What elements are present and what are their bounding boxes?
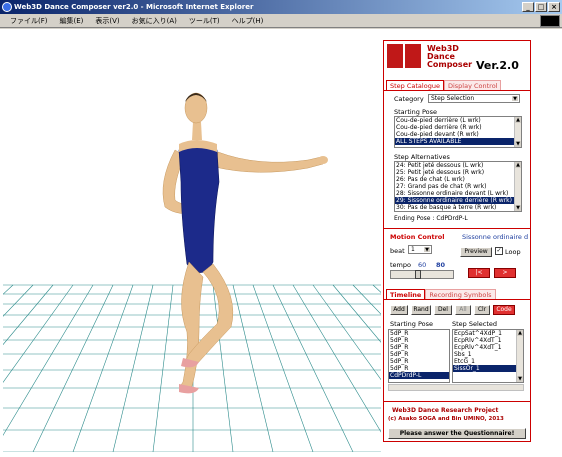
rewind-button[interactable]: |< <box>468 268 490 278</box>
menu-file[interactable]: ファイル(F) <box>8 16 50 26</box>
window-title-bar: Web3D Dance Composer ver2.0 - Microsoft … <box>0 0 562 14</box>
dance-3d-viewport[interactable] <box>3 32 381 452</box>
step-alternatives-list[interactable]: 24: Petit jeté dessous (L wrk) 25: Petit… <box>394 161 522 212</box>
motion-control-label: Motion Control <box>390 233 445 241</box>
random-button[interactable]: Rand <box>411 305 431 315</box>
minimize-button[interactable]: _ <box>522 2 534 12</box>
list-item[interactable]: 5dP_R <box>389 365 449 372</box>
menu-view[interactable]: 表示(V) <box>93 16 121 26</box>
list-item[interactable]: 27: Grand pas de chat (R wrk) <box>395 183 521 190</box>
close-button[interactable]: × <box>548 2 560 12</box>
list-item-selected[interactable]: 29: Sissonne ordinaire derrière (R wrk) <box>395 197 521 204</box>
starting-pose-col-label: Starting Pose <box>390 320 434 328</box>
scrollbar[interactable]: ▲ ▼ <box>516 330 523 382</box>
menu-help[interactable]: ヘルプ(H) <box>230 16 266 26</box>
clear-button[interactable]: Clr <box>474 305 490 315</box>
timeline-toolbar: Add Rand Del All Clr Code <box>390 305 515 315</box>
loop-label: Loop <box>505 248 521 256</box>
preview-button[interactable]: Preview <box>460 247 492 257</box>
questionnaire-button[interactable]: Please answer the Questionnaire! <box>388 428 526 439</box>
window-title: Web3D Dance Composer ver2.0 - Microsoft … <box>14 3 254 11</box>
motion-control-value: Sissonne ordinaire d <box>462 233 529 241</box>
ie-logo-icon <box>2 2 12 12</box>
list-item[interactable]: 26: Pas de chat (L wrk) <box>395 176 521 183</box>
list-item-selected[interactable]: CdPDrdP-L <box>389 372 449 379</box>
tab-step-catalogue[interactable]: Step Catalogue <box>386 80 444 90</box>
menu-bar: ファイル(F) 編集(E) 表示(V) お気に入り(A) ツール(T) ヘルプ(… <box>0 14 562 28</box>
list-item[interactable]: Cou-de-pied derrière (R wrk) <box>395 124 521 131</box>
list-item[interactable]: EcpRlv^4XdT_1 <box>453 344 523 351</box>
dance-scene[interactable] <box>3 32 381 452</box>
beat-dropdown[interactable]: 1 ▼ <box>408 245 432 254</box>
menu-edit[interactable]: 編集(E) <box>58 16 86 26</box>
tempo-label: tempo <box>390 261 411 269</box>
list-item[interactable]: 5dP_R <box>389 344 449 351</box>
all-button[interactable]: All <box>455 305 471 315</box>
delete-button[interactable]: Del <box>434 305 452 315</box>
step-selected-col-label: Step Selected <box>452 320 498 328</box>
code-button[interactable]: Code <box>493 305 515 315</box>
tab-timeline[interactable]: Timeline <box>386 289 426 299</box>
app-title: Web3D Dance Composer <box>427 44 473 69</box>
list-item[interactable]: Sbs_1 <box>453 351 523 358</box>
timeline-tabs: Timeline Recording Symbols <box>386 289 496 299</box>
list-item[interactable]: 28: Sissonne ordinaire devant (L wrk) <box>395 190 521 197</box>
list-item[interactable]: 5dP_R <box>389 358 449 365</box>
list-item[interactable]: 25: Petit jeté dessous (R wrk) <box>395 169 521 176</box>
list-item-selected[interactable]: ALL STEPS AVAILABLE <box>395 138 521 145</box>
chevron-down-icon[interactable]: ▼ <box>511 95 519 102</box>
timeline-starting-list[interactable]: 5dP_R 5dP_R 5dP_R 5dP_R 5dP_R 5dP_R CdPD… <box>388 329 450 383</box>
tab-recording-symbols[interactable]: Recording Symbols <box>425 289 496 299</box>
scrollbar[interactable]: ▲ ▼ <box>514 162 521 211</box>
maximize-button[interactable]: □ <box>535 2 547 12</box>
list-item[interactable]: EcpRlv^4XdT_1 <box>453 337 523 344</box>
list-item[interactable]: 5dP_R <box>389 330 449 337</box>
windows-logo-icon <box>540 15 560 27</box>
list-item[interactable]: 30: Pas de basque à terre (R wrk) <box>395 204 521 211</box>
beat-label: beat <box>390 247 405 255</box>
tab-display-control[interactable]: Display Control <box>443 80 502 90</box>
category-value: Step Selection <box>431 95 475 102</box>
list-item[interactable]: EtcG_1 <box>453 358 523 365</box>
footer-project: Web3D Dance Research Project <box>392 407 499 414</box>
footer-credits: (c) Asako SOGA and Bin UMINO, 2013 <box>388 416 504 422</box>
play-button[interactable]: > <box>494 268 516 278</box>
list-item[interactable]: 5dP_R <box>389 351 449 358</box>
category-dropdown[interactable]: Step Selection ▼ <box>428 94 520 103</box>
composer-panel: Web3D Dance Composer Ver.2.0 Step Catalo… <box>383 40 531 442</box>
catalogue-tabs: Step Catalogue Display Control <box>386 80 502 90</box>
tempo-slider[interactable] <box>390 270 454 279</box>
step-alternatives-label: Step Alternatives <box>394 153 450 161</box>
starting-pose-list[interactable]: Cou-de-pied derrière (L wrk) Cou-de-pied… <box>394 116 522 148</box>
app-version: Ver.2.0 <box>476 59 519 72</box>
list-item[interactable]: 24: Petit jeté dessous (L wrk) <box>395 162 521 169</box>
timeline-selected-list[interactable]: EcpSat^4XdP_1 EcpRlv^4XdT_1 EcpRlv^4XdT_… <box>452 329 524 383</box>
chevron-down-icon[interactable]: ▼ <box>423 246 431 253</box>
w3d-logo-icon <box>387 44 423 68</box>
list-item[interactable]: Cou-de-pied derrière (L wrk) <box>395 117 521 124</box>
tempo-min: 60 <box>418 261 427 269</box>
scrollbar[interactable]: ▲ ▼ <box>514 117 521 147</box>
tempo-value: 80 <box>436 261 446 269</box>
starting-pose-label: Starting Pose <box>394 108 438 116</box>
loop-checkbox[interactable]: ✓ <box>495 247 503 255</box>
horizontal-scrollbar[interactable] <box>388 384 524 391</box>
slider-handle[interactable] <box>415 270 421 279</box>
add-button[interactable]: Add <box>390 305 408 315</box>
list-item[interactable]: EcpSat^4XdP_1 <box>453 330 523 337</box>
list-item-selected[interactable]: SissOr_1 <box>453 365 523 372</box>
menu-favorites[interactable]: お気に入り(A) <box>130 16 179 26</box>
beat-value: 1 <box>411 246 415 253</box>
category-label: Category <box>394 95 424 103</box>
list-item[interactable]: Cou-de-pied devant (R wrk) <box>395 131 521 138</box>
list-item[interactable]: 5dP_R <box>389 337 449 344</box>
menu-tools[interactable]: ツール(T) <box>187 16 222 26</box>
ending-pose: Ending Pose : CdPDrdP-L <box>394 215 468 222</box>
